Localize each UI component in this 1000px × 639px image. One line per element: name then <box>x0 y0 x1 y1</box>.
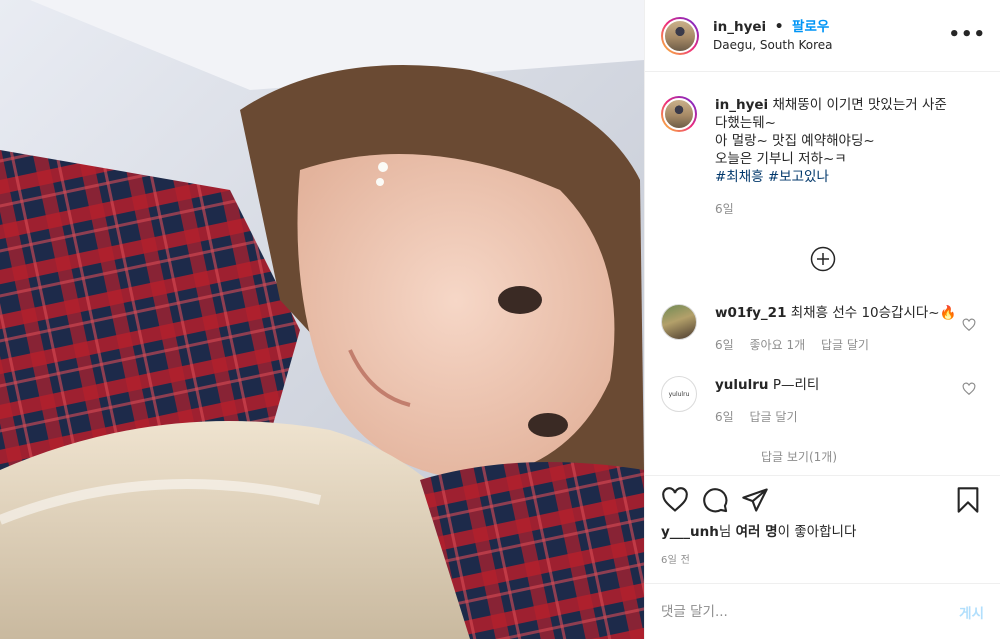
comment-meta: 6일 답글 달기 <box>715 408 959 426</box>
comment-meta: 6일 좋아요 1개 답글 달기 <box>715 336 959 354</box>
reply-button[interactable]: 답글 달기 <box>821 338 869 352</box>
caption-age[interactable]: 6일 <box>715 202 734 216</box>
save-icon[interactable] <box>954 486 982 514</box>
hashtag-link[interactable]: #보고있나 <box>768 169 829 185</box>
author-avatar[interactable] <box>661 16 699 55</box>
add-comments-icon[interactable] <box>810 246 836 272</box>
caption-meta: 6일 <box>715 200 959 218</box>
comment-text: P—리티 <box>772 377 820 393</box>
heart-icon[interactable] <box>962 318 976 332</box>
caption: in_hyei 채채뚱이 이기면 맛있는거 사준다했는뒈~ 아 멀랑~ 맛집 예… <box>661 96 984 218</box>
follow-button[interactable]: 팔로우 <box>792 19 829 35</box>
comment-item: yululru yululru P—리티 6일 답글 달기 <box>661 376 984 426</box>
hashtag-link[interactable]: #최채흥 <box>715 169 764 185</box>
comments-area[interactable]: in_hyei 채채뚱이 이기면 맛있는거 사준다했는뒈~ 아 멀랑~ 맛집 예… <box>645 72 1000 475</box>
caption-username[interactable]: in_hyei <box>715 97 768 113</box>
liker-username[interactable]: y___unh <box>661 524 719 540</box>
heart-icon[interactable] <box>661 486 689 514</box>
action-bar <box>645 475 1000 523</box>
post-time[interactable]: 6일 전 <box>645 551 1000 566</box>
caption-body: in_hyei 채채뚱이 이기면 맛있는거 사준다했는뒈~ 아 멀랑~ 맛집 예… <box>715 96 959 218</box>
likes-summary: y___unh님 여러 명이 좋아합니다 <box>645 523 1000 541</box>
commenter-avatar[interactable]: yululru <box>661 376 697 412</box>
heart-icon[interactable] <box>962 382 976 396</box>
post-comment-button[interactable]: 게시 <box>959 602 984 622</box>
post-header: in_hyei • 팔로우 Daegu, South Korea ••• <box>645 0 1000 72</box>
caption-line3: 오늘은 기부니 저하~ㅋ <box>715 151 847 167</box>
comment-item: w01fy_21 최채흥 선수 10승갑시다~🔥 6일 좋아요 1개 답글 달기 <box>661 304 984 354</box>
likes-others[interactable]: 여러 명 <box>736 524 778 540</box>
likes-text: 님 <box>718 524 736 540</box>
comment-likes[interactable]: 좋아요 1개 <box>750 338 806 352</box>
comment-body: yululru P—리티 6일 답글 달기 <box>715 376 959 426</box>
caption-line2: 아 멀랑~ 맛집 예약해야딩~ <box>715 133 875 149</box>
comment-input[interactable] <box>661 603 960 620</box>
view-replies-button[interactable]: 답글 보기(1개) <box>761 448 984 465</box>
load-more-comments[interactable] <box>661 246 984 272</box>
comment-age[interactable]: 6일 <box>715 410 734 424</box>
separator-dot: • <box>774 18 784 35</box>
author-username[interactable]: in_hyei <box>713 19 766 35</box>
avatar-text: yululru <box>668 390 690 398</box>
add-comment-bar: 게시 <box>645 583 1000 639</box>
photo-illustration <box>0 0 644 639</box>
share-icon[interactable] <box>741 486 769 514</box>
commenter-avatar[interactable] <box>661 304 697 340</box>
location-link[interactable]: Daegu, South Korea <box>713 36 833 54</box>
post-photo[interactable] <box>0 0 644 639</box>
post-view: in_hyei • 팔로우 Daegu, South Korea ••• in_… <box>0 0 1000 639</box>
comment-text: 최채흥 선수 10승갑시다~🔥 <box>790 305 957 321</box>
comment-icon[interactable] <box>701 486 729 514</box>
comment-age[interactable]: 6일 <box>715 338 734 352</box>
reply-button[interactable]: 답글 달기 <box>750 410 798 424</box>
post-side-panel: in_hyei • 팔로우 Daegu, South Korea ••• in_… <box>644 0 1000 639</box>
author-info: in_hyei • 팔로우 Daegu, South Korea <box>713 18 833 54</box>
likes-suffix: 이 좋아합니다 <box>777 524 857 540</box>
comment-username[interactable]: yululru <box>715 377 769 393</box>
more-icon[interactable]: ••• <box>948 26 986 44</box>
comment-body: w01fy_21 최채흥 선수 10승갑시다~🔥 6일 좋아요 1개 답글 달기 <box>715 304 959 354</box>
comment-username[interactable]: w01fy_21 <box>715 305 786 321</box>
caption-avatar[interactable] <box>661 96 697 132</box>
